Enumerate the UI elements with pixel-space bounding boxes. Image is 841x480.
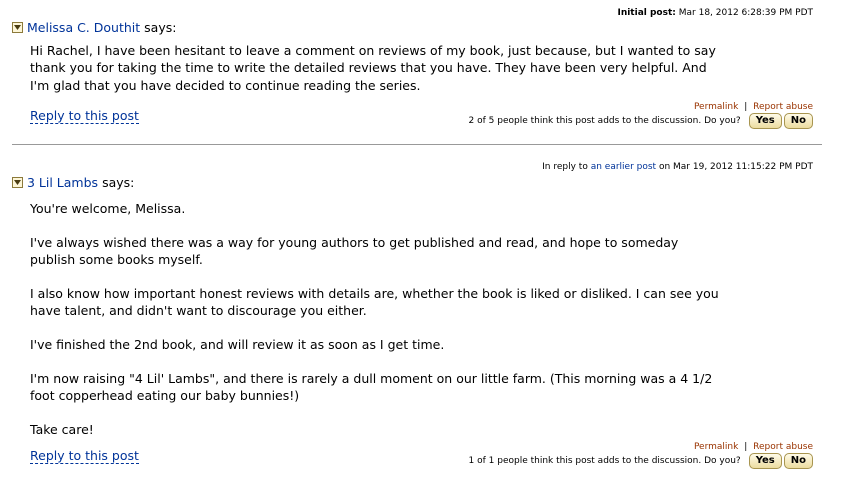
says-label: says: [144, 20, 177, 35]
vote-question: 1 of 1 people think this post adds to th… [468, 456, 741, 466]
vote-row: 2 of 5 people think this post adds to th… [469, 113, 813, 129]
author-link[interactable]: 3 Lil Lambs [27, 175, 98, 190]
separator: | [744, 442, 748, 452]
post-actions: Permalink | Report abuse [694, 102, 813, 112]
post-3-lil-lambs: In reply to an earlier post on Mar 19, 2… [0, 145, 841, 480]
post-date: Mar 18, 2012 6:28:39 PM PDT [678, 8, 813, 18]
permalink-link[interactable]: Permalink [694, 102, 738, 112]
body-line: Hi Rachel, I have been hesitant to leave… [30, 43, 716, 58]
post-body: Hi Rachel, I have been hesitant to leave… [30, 42, 730, 94]
body-line: Take care! [30, 421, 94, 437]
body-line: have talent, and didn't want to discoura… [30, 303, 367, 319]
body-line: You're welcome, Melissa. [30, 201, 186, 216]
report-abuse-link[interactable]: Report abuse [753, 442, 813, 452]
no-button[interactable]: No [783, 453, 813, 469]
body-line: foot copperhead eating our baby bunnies!… [30, 388, 300, 404]
author-line: Melissa C. Douthit says: [12, 20, 176, 35]
body-line: I'm glad that you have decided to contin… [30, 77, 421, 93]
author-link[interactable]: Melissa C. Douthit [27, 20, 140, 35]
report-abuse-link[interactable]: Report abuse [753, 102, 813, 112]
post-body: You're welcome, Melissa. I've always wis… [30, 200, 730, 438]
no-button[interactable]: No [783, 113, 813, 129]
in-reply-to-label: In reply to [542, 162, 588, 172]
reply-to-post-link[interactable]: Reply to this post [30, 449, 139, 464]
initial-post-label: Initial post: [617, 8, 676, 18]
body-line: I've finished the 2nd book, and will rev… [30, 336, 445, 352]
post-meta: Initial post: Mar 18, 2012 6:28:39 PM PD… [617, 8, 813, 18]
body-line: thank you for taking the time to write t… [30, 60, 707, 76]
earlier-post-link[interactable]: an earlier post [591, 162, 656, 172]
body-line: I've always wished there was a way for y… [30, 234, 679, 250]
body-line: I'm now raising "4 Lil' Lambs", and ther… [30, 370, 713, 386]
collapse-toggle-icon[interactable] [12, 177, 23, 188]
post-date: on Mar 19, 2012 11:15:22 PM PDT [658, 162, 813, 172]
author-line: 3 Lil Lambs says: [12, 175, 134, 190]
separator: | [744, 102, 748, 112]
post-melissa: Initial post: Mar 18, 2012 6:28:39 PM PD… [0, 0, 841, 140]
collapse-toggle-icon[interactable] [12, 22, 23, 33]
body-line: publish some books myself. [30, 252, 203, 268]
body-line: I also know how important honest reviews… [30, 285, 719, 301]
vote-question: 2 of 5 people think this post adds to th… [468, 116, 741, 126]
yes-button[interactable]: Yes [748, 113, 782, 129]
yes-button[interactable]: Yes [748, 453, 782, 469]
post-actions: Permalink | Report abuse [694, 442, 813, 452]
reply-to-post-link[interactable]: Reply to this post [30, 109, 139, 124]
vote-row: 1 of 1 people think this post adds to th… [469, 453, 813, 469]
post-meta: In reply to an earlier post on Mar 19, 2… [542, 162, 813, 172]
permalink-link[interactable]: Permalink [694, 442, 738, 452]
says-label: says: [102, 175, 135, 190]
